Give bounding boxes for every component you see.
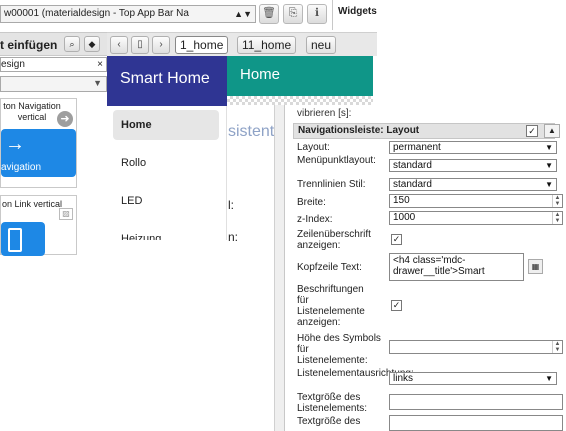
palette-filter-select[interactable]: ▼ — [0, 76, 107, 92]
icon-height-label: Höhe des Symbols für Listenelemente: — [297, 333, 381, 366]
canvas-bg-text: l: — [228, 198, 234, 212]
collapse-icon[interactable]: ▲ — [544, 124, 560, 138]
chevron-right-icon[interactable]: › — [152, 36, 170, 54]
spinner-icon[interactable]: ▲ ▼ — [552, 212, 562, 224]
widget-card-link[interactable]: on Link vertical ▨ — [0, 195, 77, 256]
width-input[interactable]: 150 ▲ ▼ — [389, 194, 563, 208]
palette-filter-input[interactable]: esign × — [0, 57, 107, 72]
menu-layout-select[interactable]: standard ▼ — [389, 159, 557, 172]
arrow-right-icon: → — [5, 133, 25, 155]
properties-panel: vibrieren [s]: Navigationsleiste: Layout… — [284, 105, 566, 431]
drawer-item-home[interactable]: Home — [113, 110, 219, 140]
icon-height-input[interactable]: ▲ ▼ — [389, 340, 563, 354]
copy-icon[interactable]: ⎘ — [283, 4, 303, 24]
width-value: 150 — [393, 195, 410, 206]
navigation-drawer: Home Rollo LED Heizung — [107, 106, 227, 240]
header-text-label: Kopfzeile Text: — [297, 262, 362, 273]
chevron-down-icon: ▲▼ — [234, 9, 252, 19]
spinner-icon[interactable]: ▲ ▼ — [552, 195, 562, 207]
zindex-value: 1000 — [393, 212, 416, 223]
tab-1-home[interactable]: 1_home — [175, 36, 229, 54]
chevron-down-icon: ▼ — [545, 374, 553, 383]
widget-card-title: ton Navigation vertical — [3, 101, 61, 122]
divider-style-value: standard — [393, 179, 432, 190]
spinner-icon[interactable]: ▲ ▼ — [552, 341, 562, 353]
font-size-input[interactable] — [389, 394, 563, 410]
view-select-value: w00001 (materialdesign - Top App Bar Na — [4, 8, 189, 19]
filter-value: esign — [1, 59, 25, 70]
panel-splitter[interactable] — [274, 105, 284, 431]
row-header-label: Zeilenüberschrift anzeigen: — [297, 229, 371, 251]
drawer-item-heizung[interactable]: Heizung — [113, 224, 219, 240]
prev-property-label: vibrieren [s]: — [297, 108, 352, 119]
app-bar-title: Home — [240, 66, 281, 83]
drawer-title: Smart Home — [120, 70, 210, 87]
widgets-label: Widgets — [338, 6, 377, 17]
captions-checkbox[interactable]: ✓ — [391, 300, 402, 311]
chevron-down-icon: ▼ — [545, 143, 553, 152]
delete-icon[interactable]: 🗑 — [259, 4, 279, 24]
chevron-left-icon[interactable]: ‹ — [110, 36, 128, 54]
font-size-input-2[interactable] — [389, 415, 563, 431]
divider-style-label: Trennlinien Stil: — [297, 179, 366, 190]
divider — [332, 0, 333, 30]
alignment-select[interactable]: links ▼ — [389, 372, 557, 385]
clipboard-icon[interactable]: ▯ — [131, 36, 149, 54]
group-header[interactable]: Navigationsleiste: Layout ✓ ▲ — [293, 123, 560, 139]
widget-card-title: on Link vertical — [1, 199, 63, 209]
canvas-bg-text: n: — [228, 230, 239, 244]
edit-icon[interactable]: ▦ — [528, 259, 543, 274]
group-title: Navigationsleiste: Layout — [298, 125, 420, 136]
drawer-header: Smart Home — [107, 56, 227, 106]
phone-icon — [8, 228, 22, 252]
zindex-label: z-Index: — [297, 214, 333, 225]
alignment-value: links — [393, 373, 414, 384]
layout-label: Layout: — [297, 142, 330, 153]
clear-icon[interactable]: × — [97, 58, 103, 71]
zindex-input[interactable]: 1000 ▲ ▼ — [389, 211, 563, 225]
top-app-bar: Home — [227, 56, 373, 96]
link-tile — [1, 222, 45, 256]
tab-11-home[interactable]: 11_home — [237, 36, 297, 54]
image-icon: ▨ — [59, 208, 73, 220]
alignment-label: Listenelementausrichtung: — [297, 368, 414, 379]
drawer-item-rollo[interactable]: Rollo — [113, 148, 219, 178]
width-label: Breite: — [297, 197, 326, 208]
chevron-down-icon: ▼ — [93, 78, 102, 88]
chevron-down-icon: ▼ — [545, 180, 553, 189]
font-size-label-2: Textgröße des — [297, 416, 361, 427]
divider-style-select[interactable]: standard ▼ — [389, 178, 557, 191]
layout-value: permanent — [393, 142, 441, 153]
group-checkbox[interactable]: ✓ — [526, 125, 538, 137]
tag-icon[interactable]: ◆ — [84, 36, 100, 52]
palette-title: t einfügen — [0, 38, 58, 52]
navigation-tile: → avigation — [1, 129, 76, 177]
menu-layout-value: standard — [393, 160, 432, 171]
drawer-item-led[interactable]: LED — [113, 186, 219, 216]
layout-select[interactable]: permanent ▼ — [389, 141, 557, 154]
search-icon[interactable]: ⌕ — [64, 36, 80, 52]
transparency-strip — [227, 96, 373, 105]
captions-label: Beschriftungen für Listenelemente anzeig… — [297, 284, 365, 328]
canvas-bg-text: sistent — [228, 123, 275, 140]
arrow-right-icon: ➜ — [57, 111, 73, 127]
widget-card-navigation[interactable]: ton Navigation vertical ➜ → avigation — [0, 98, 77, 188]
font-size-label: Textgröße des Listenelements: — [297, 392, 368, 414]
menu-layout-label: Menüpunktlayout: — [297, 155, 376, 166]
top-toolbar: w00001 (materialdesign - Top App Bar Na … — [0, 0, 566, 30]
header-text-input[interactable]: <h4 class='mdc-drawer__title'>Smart — [389, 253, 524, 281]
palette-header: t einfügen ⌕ ◆ — [0, 32, 107, 56]
row-header-checkbox[interactable]: ✓ — [391, 234, 402, 245]
tile-label: avigation — [1, 162, 42, 173]
view-select[interactable]: w00001 (materialdesign - Top App Bar Na … — [0, 5, 256, 23]
view-tabs-bar: ‹ ▯ › 1_home 11_home neu — [107, 32, 377, 56]
info-icon[interactable]: ℹ — [307, 4, 327, 24]
chevron-down-icon: ▼ — [545, 161, 553, 170]
tab-neu[interactable]: neu — [306, 36, 337, 54]
